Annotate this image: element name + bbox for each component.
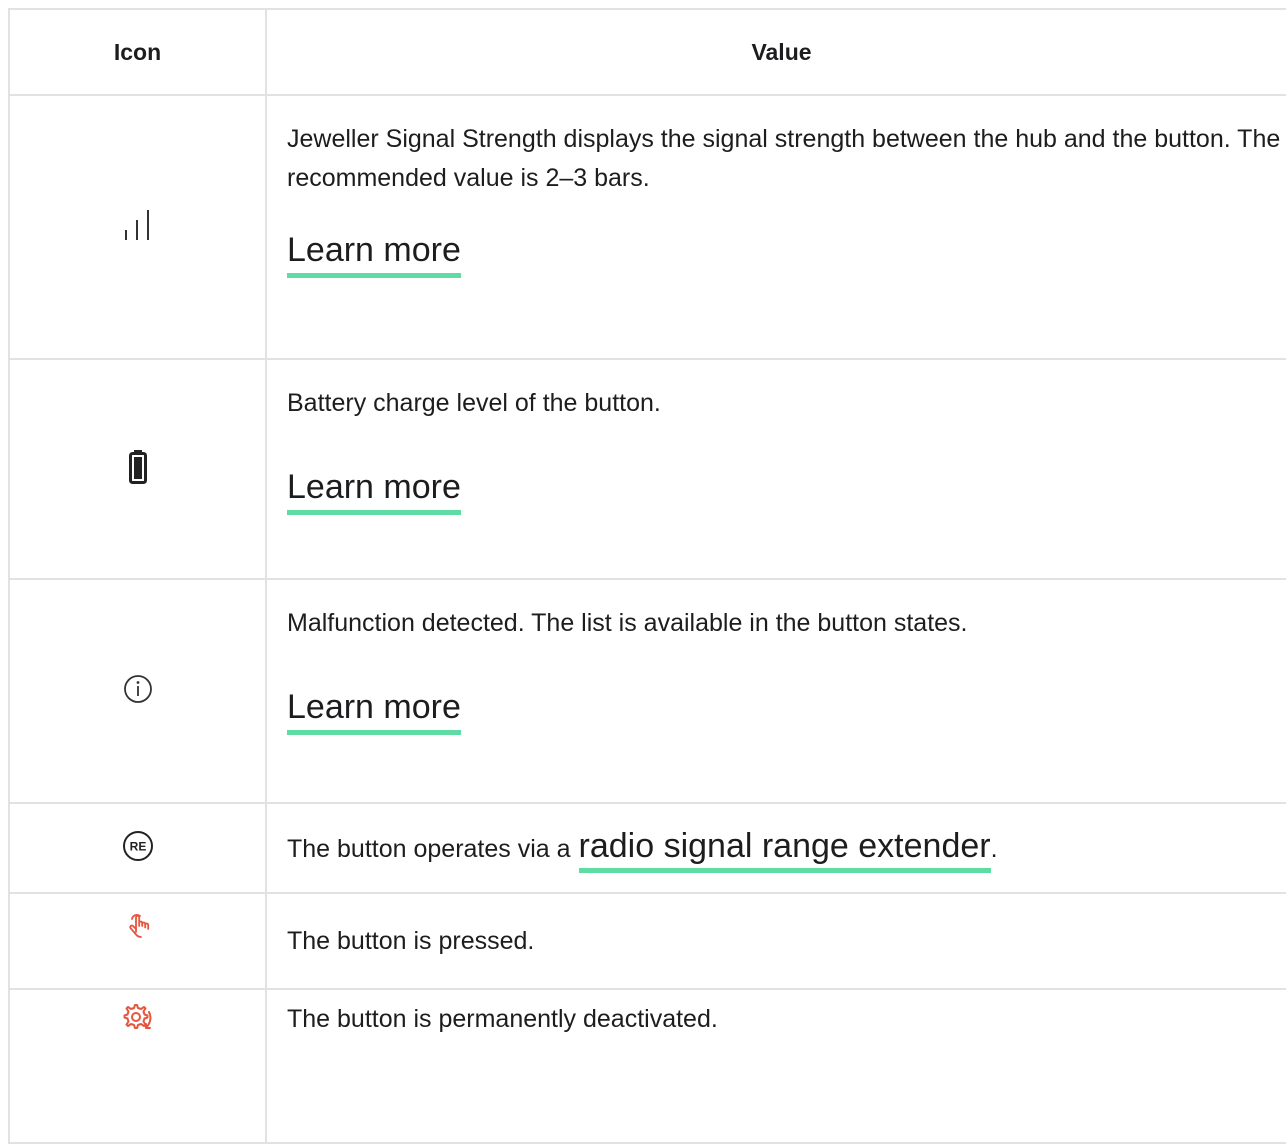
row-description: Malfunction detected. The list is availa… xyxy=(287,609,968,637)
table-header-row: Icon Value xyxy=(8,8,1286,96)
range-extender-link[interactable]: radio signal range extender xyxy=(578,824,991,873)
icons-table: Icon Value Jeweller Signal Strength disp… xyxy=(8,8,1286,1144)
table-row: Jeweller Signal Strength displays the si… xyxy=(8,94,1286,360)
row-description-text: The button operates via a xyxy=(287,834,571,863)
table-row: Malfunction detected. The list is availa… xyxy=(8,578,1286,804)
row-description: The button is pressed. xyxy=(287,926,535,955)
battery-icon xyxy=(128,449,147,488)
table-row: The button is pressed. xyxy=(8,892,1286,990)
row-description: The button operates via a radio signal r… xyxy=(287,824,1286,873)
signal-strength-icon xyxy=(123,209,153,246)
info-icon xyxy=(123,674,153,708)
header-icon: Icon xyxy=(8,8,267,96)
table-row: The button is permanently deactivated. xyxy=(8,988,1286,1144)
row-description: Battery charge level of the button. xyxy=(287,389,661,417)
hand-press-icon xyxy=(123,914,153,944)
row-description-suffix: . xyxy=(990,834,998,863)
table-row: RE The button operates via a radio signa… xyxy=(8,802,1286,894)
row-description: Jeweller Signal Strength displays the si… xyxy=(287,125,1281,192)
range-extender-icon-label: RE xyxy=(129,839,146,853)
range-extender-icon: RE xyxy=(122,830,154,866)
row-description: The button is permanently deactivated. xyxy=(287,1005,718,1033)
learn-more-link[interactable]: Learn more xyxy=(287,465,461,515)
gear-deactivated-icon xyxy=(121,1004,155,1038)
table-row: Battery charge level of the button. Lear… xyxy=(8,358,1286,580)
learn-more-link[interactable]: Learn more xyxy=(287,228,461,278)
learn-more-link[interactable]: Learn more xyxy=(287,685,461,735)
header-value: Value xyxy=(265,8,1286,96)
